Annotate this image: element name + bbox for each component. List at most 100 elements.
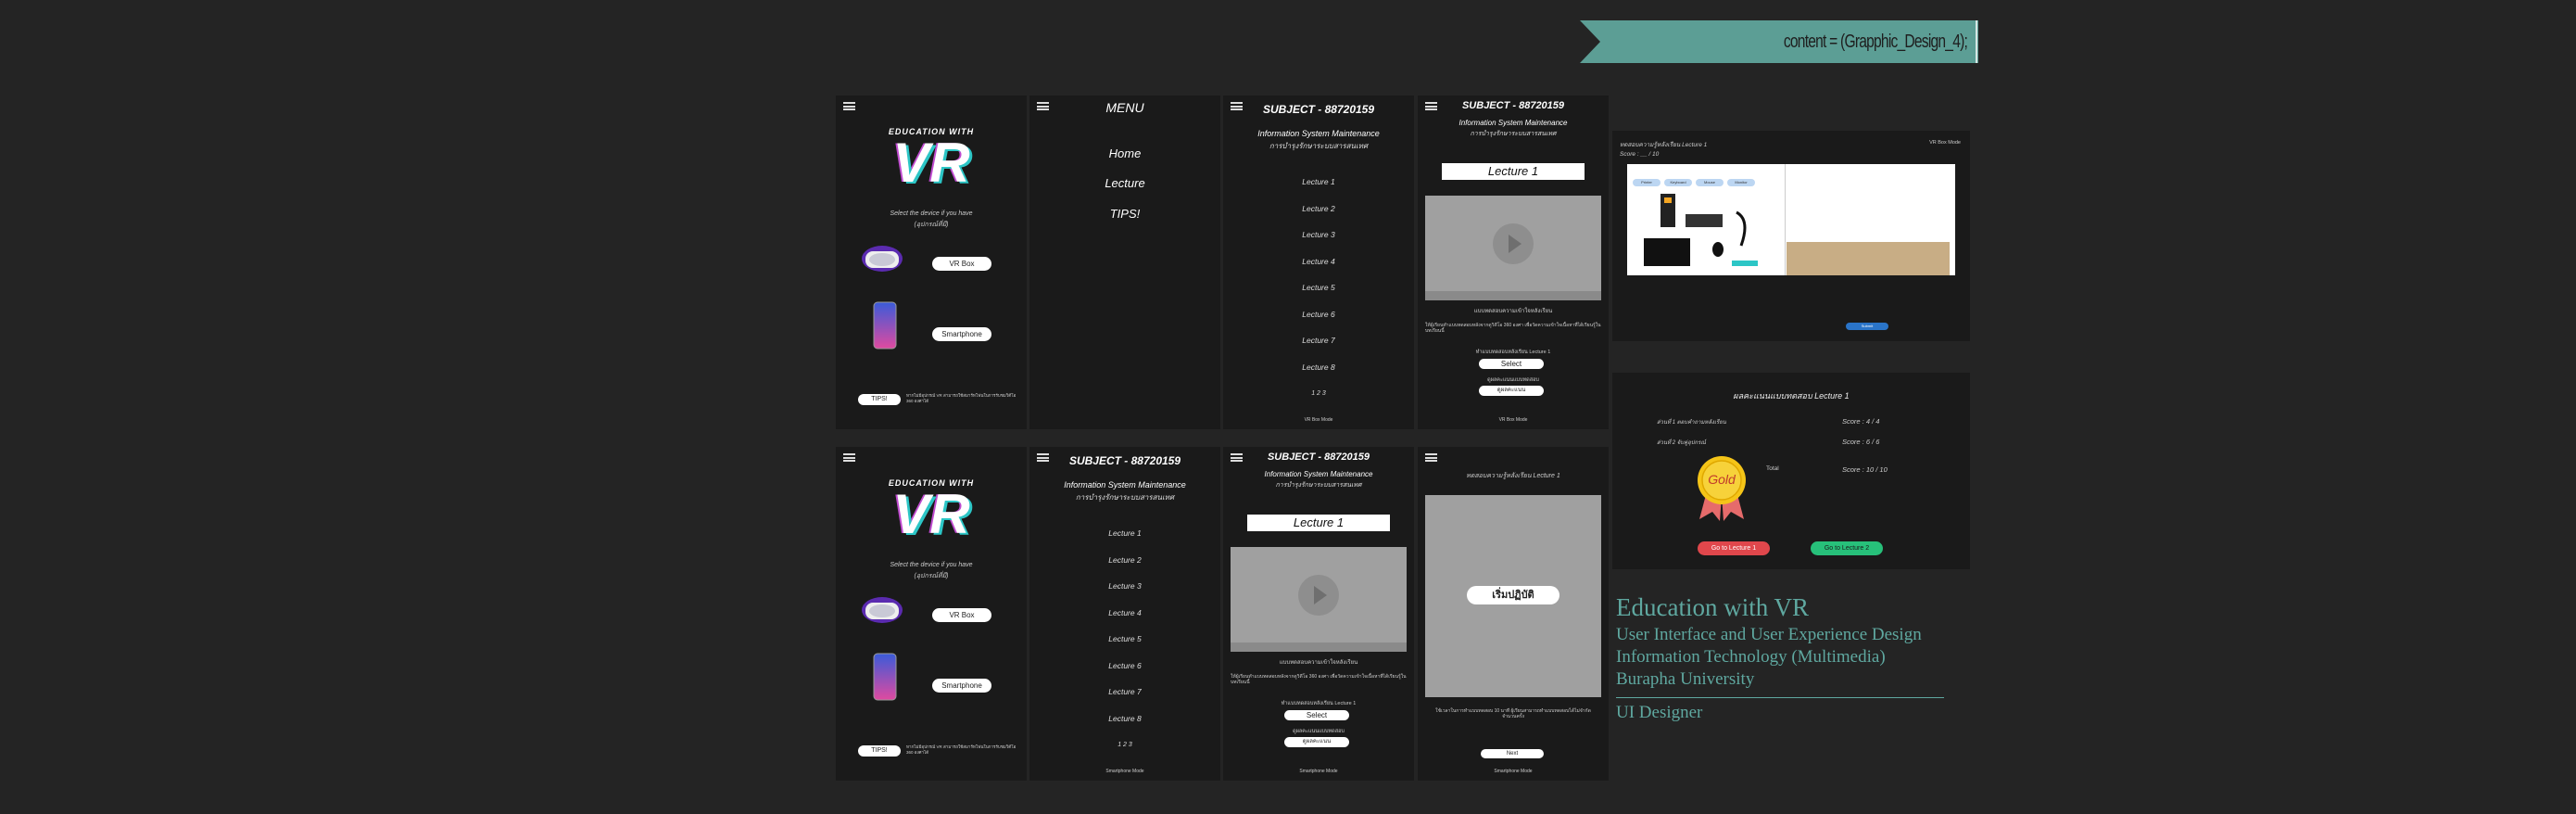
next-button[interactable]: Next	[1481, 749, 1544, 758]
quiz-divider	[1785, 164, 1786, 275]
result-button[interactable]: ดูผลคะแนน	[1479, 386, 1544, 396]
video-controls[interactable]	[1425, 291, 1601, 300]
quiz-stage: เริ่มปฏิบัติ	[1425, 495, 1601, 697]
select-device-sub: (อุปกรณ์ที่มี)	[914, 222, 949, 228]
quiz-desc-title: แบบทดสอบความเข้าใจหลังเรียน	[1473, 309, 1553, 314]
project-title: Education with VR	[1616, 593, 1809, 621]
vr-box-button[interactable]: VR Box	[932, 257, 991, 271]
lecture-screen-1: SUBJECT - 88720159 Information System Ma…	[1418, 95, 1609, 429]
subject-name: Information System Maintenance	[1257, 129, 1380, 138]
tips-button[interactable]: TIPS!	[858, 394, 901, 405]
lecture-link-8[interactable]: Lecture 8	[1223, 362, 1414, 372]
lecture-link-2[interactable]: Lecture 2	[1029, 555, 1220, 565]
results-row-1-label: ส่วนที่ 1 ตอบคำถามหลังเรียน	[1657, 420, 1726, 426]
select-button[interactable]: Select	[1479, 359, 1544, 369]
menu-title: MENU	[1105, 100, 1144, 115]
project-line-2: Information Technology (Multimedia)	[1616, 647, 1886, 667]
quiz-desc-text: ให้ผู้เรียนทำแบบทดสอบหลังจากดูวิดีโอ 360…	[1231, 674, 1407, 685]
quiz-mode: VR Box Mode	[1929, 140, 1961, 146]
gold-medal-icon	[1698, 456, 1746, 521]
menu-icon[interactable]	[843, 453, 855, 462]
smartphone-button[interactable]: Smartphone	[932, 679, 991, 693]
computer-devices-illustration	[1644, 194, 1758, 266]
video-controls[interactable]	[1231, 642, 1407, 652]
quiz-title: ทดสอบความรู้หลังเรียน Lecture 1	[1620, 142, 1708, 148]
video-player[interactable]	[1425, 196, 1601, 300]
title-banner: content = (Grapphic_Design_4);	[1580, 20, 1978, 63]
lecture-link-3[interactable]: Lecture 3	[1223, 230, 1414, 239]
play-icon[interactable]	[1493, 223, 1534, 264]
result-label: ดูผลคะแนนแบบทดสอบ	[1487, 377, 1539, 383]
result-button[interactable]: ดูผลคะแนน	[1284, 737, 1349, 747]
tips-text: หากไม่มีอุปกรณ์ VR สามารถใช้สมาร์ทโฟนในก…	[906, 393, 1017, 403]
select-device-sub: (อุปกรณ์ที่มี)	[914, 573, 949, 579]
subject-name: Information System Maintenance	[1264, 470, 1373, 478]
subject-name: Information System Maintenance	[1458, 119, 1568, 127]
subject-screen-1: SUBJECT - 88720159 Information System Ma…	[1223, 95, 1414, 429]
quiz-workspace: Printer Keyboard Mouse Monitor	[1627, 164, 1955, 275]
tag-keyboard[interactable]: Keyboard	[1664, 179, 1692, 186]
lecture-link-1[interactable]: Lecture 1	[1029, 528, 1220, 538]
subject-name: Information System Maintenance	[1064, 480, 1186, 490]
lecture-link-2[interactable]: Lecture 2	[1223, 204, 1414, 213]
go-lecture-2-button[interactable]: Go to Lecture 2	[1811, 541, 1883, 555]
select-device-text: Select the device if you have	[890, 210, 973, 217]
banner-text: content = (Grapphic_Design_4);	[1783, 32, 1968, 52]
mode-footer: Smartphone Mode	[1494, 769, 1533, 774]
project-line-3: Burapha University	[1616, 669, 1755, 689]
lecture-link-4[interactable]: Lecture 4	[1223, 257, 1414, 266]
lecture-link-8[interactable]: Lecture 8	[1029, 714, 1220, 723]
lecture-link-4[interactable]: Lecture 4	[1029, 608, 1220, 617]
lecture-heading: Lecture 1	[1247, 515, 1390, 531]
smartphone-button[interactable]: Smartphone	[932, 327, 991, 341]
video-player[interactable]	[1231, 547, 1407, 652]
subject-code: SUBJECT - 88720159	[1461, 100, 1565, 111]
lecture-link-3[interactable]: Lecture 3	[1029, 581, 1220, 591]
lecture-link-5[interactable]: Lecture 5	[1223, 283, 1414, 292]
quiz-label: ทำแบบทดสอบหลังเรียน Lecture 1	[1281, 701, 1357, 706]
lecture-link-5[interactable]: Lecture 5	[1029, 634, 1220, 643]
vr-headset-icon	[862, 597, 903, 623]
lecture-link-7[interactable]: Lecture 7	[1223, 336, 1414, 345]
home-screen-1: EDUCATION WITH VR Select the device if y…	[836, 95, 1027, 429]
total-score: Score : 10 / 10	[1842, 465, 1888, 474]
mode-footer: VR Box Mode	[1498, 417, 1528, 423]
quiz-note: ใช้เวลาในการทำแบบทดสอบ 10 นาที ผู้เรียนส…	[1435, 708, 1591, 719]
lecture-link-7[interactable]: Lecture 7	[1029, 687, 1220, 696]
vr-headset-icon	[862, 246, 903, 272]
results-row-1-score: Score : 4 / 4	[1842, 417, 1880, 426]
pagination[interactable]: 1 2 3	[1223, 390, 1414, 397]
mode-footer: Smartphone Mode	[1299, 769, 1338, 774]
menu-item-tips[interactable]: TIPS!	[1029, 207, 1220, 221]
menu-icon[interactable]	[1425, 453, 1437, 462]
subject-screen-2: SUBJECT - 88720159 Information System Ma…	[1029, 447, 1220, 781]
home-title-vr: VR	[892, 132, 970, 194]
subject-name-th: การบำรุงรักษาระบบสารสนเทศ	[1275, 482, 1362, 489]
medal-label: Gold	[1708, 472, 1736, 487]
menu-item-lecture[interactable]: Lecture	[1029, 176, 1220, 190]
select-button[interactable]: Select	[1284, 710, 1349, 720]
results-row-2-label: ส่วนที่ 2 จับคู่อุปกรณ์	[1657, 440, 1706, 446]
quiz-submit-button[interactable]: Submit	[1846, 323, 1888, 330]
lecture-link-1[interactable]: Lecture 1	[1223, 177, 1414, 186]
quiz-desc-text: ให้ผู้เรียนทำแบบทดสอบหลังจากดูวิดีโอ 360…	[1425, 323, 1601, 334]
play-icon[interactable]	[1298, 575, 1339, 616]
lecture-link-6[interactable]: Lecture 6	[1029, 661, 1220, 670]
subject-code: SUBJECT - 88720159	[1267, 452, 1370, 463]
start-quiz-button[interactable]: เริ่มปฏิบัติ	[1467, 586, 1559, 604]
tag-printer[interactable]: Printer	[1633, 179, 1661, 186]
go-lecture-1-button[interactable]: Go to Lecture 1	[1698, 541, 1770, 555]
menu-item-home[interactable]: Home	[1029, 146, 1220, 160]
tips-text: หากไม่มีอุปกรณ์ VR สามารถใช้สมาร์ทโฟนในก…	[906, 744, 1017, 755]
menu-icon[interactable]	[843, 102, 855, 110]
info-divider	[1616, 697, 1944, 698]
lecture-link-6[interactable]: Lecture 6	[1223, 310, 1414, 319]
pagination[interactable]: 1 2 3	[1029, 742, 1220, 748]
tag-monitor[interactable]: Monitor	[1727, 179, 1755, 186]
vr-box-button[interactable]: VR Box	[932, 608, 991, 622]
smartphone-icon	[873, 301, 897, 350]
tag-mouse[interactable]: Mouse	[1696, 179, 1724, 186]
home-screen-2: EDUCATION WITH VR Select the device if y…	[836, 447, 1027, 781]
results-card: ผลคะแนนแบบทดสอบ Lecture 1 ส่วนที่ 1 ตอบค…	[1612, 373, 1970, 569]
tips-button[interactable]: TIPS!	[858, 745, 901, 757]
